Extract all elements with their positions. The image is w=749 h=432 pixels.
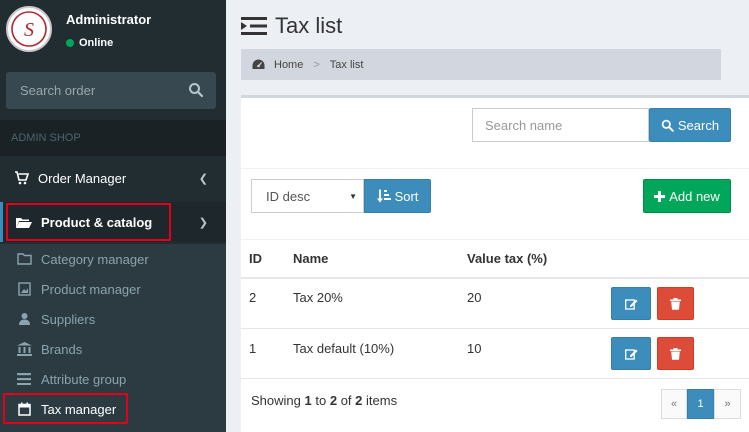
edit-button[interactable] <box>611 337 651 370</box>
cell-value: 10 <box>467 341 482 356</box>
sidebar-item-label: Suppliers <box>41 311 96 327</box>
sidebar-search <box>6 72 216 109</box>
sidebar-item-attribute-group[interactable]: Attribute group <box>0 364 226 394</box>
breadcrumb-current: Tax list <box>329 58 364 71</box>
summary-from: 1 <box>304 393 312 408</box>
user-panel: S Administrator Online <box>0 0 226 60</box>
pagination-summary: Showing 1 to 2 of 2 items <box>251 393 397 408</box>
sidebar-item-tax-manager[interactable]: Tax manager <box>0 394 226 424</box>
search-name-input[interactable] <box>472 108 649 142</box>
summary-total: 2 <box>355 393 363 408</box>
edit-icon <box>624 348 637 360</box>
summary-to-word: to <box>315 393 327 408</box>
divider <box>241 168 749 169</box>
edit-button[interactable] <box>611 287 651 320</box>
chevron-down-icon: ❯ <box>198 217 208 229</box>
cart-icon <box>13 171 29 185</box>
cell-id: 2 <box>249 290 257 305</box>
row-border <box>241 378 749 379</box>
sidebar-search-button[interactable] <box>188 82 204 98</box>
sort-button[interactable]: Sort <box>364 179 431 213</box>
sidebar-item-label: Category manager <box>41 251 149 267</box>
summary-to: 2 <box>329 393 338 408</box>
sidebar-item-category-manager[interactable]: Category manager <box>0 244 226 274</box>
shop-logo-icon: S <box>11 11 47 47</box>
summary-suffix: items <box>366 393 398 408</box>
pagination-page[interactable]: 1 <box>687 389 714 419</box>
user-name: Administrator <box>66 12 152 27</box>
column-header-name: Name <box>293 251 329 266</box>
cell-name: Tax default (10%) <box>293 341 395 356</box>
column-header-value: Value tax (%) <box>467 251 548 266</box>
page-title: Tax list <box>241 13 342 39</box>
user-status-label: Online <box>79 37 114 49</box>
sort-button-label: Sort <box>394 188 419 204</box>
list-icon <box>241 17 267 35</box>
cell-name: Tax 20% <box>293 290 343 305</box>
row-border <box>241 328 749 329</box>
search-button-label: Search <box>677 117 720 133</box>
search-button[interactable]: Search <box>649 108 731 142</box>
avatar: S <box>6 6 52 52</box>
sidebar-header: ADMIN SHOP <box>0 120 226 156</box>
search-icon <box>189 83 204 98</box>
sidebar-search-input[interactable] <box>6 72 182 109</box>
summary-prefix: Showing <box>251 393 301 408</box>
cell-value: 20 <box>467 290 482 305</box>
sidebar-item-suppliers[interactable]: Suppliers <box>0 304 226 334</box>
divider <box>241 239 749 240</box>
user-status: Online <box>66 37 113 49</box>
column-header-id: ID <box>249 251 262 266</box>
sidebar-item-product-catalog[interactable]: Product & catalog ❯ <box>0 202 226 242</box>
supplier-icon <box>16 312 32 326</box>
sidebar-item-label: Attribute group <box>41 371 127 387</box>
sidebar-item-label: Tax manager <box>41 401 117 417</box>
delete-button[interactable] <box>657 337 694 370</box>
add-new-label: Add new <box>669 188 720 204</box>
online-status-icon <box>66 39 74 47</box>
image-icon <box>16 282 32 296</box>
breadcrumb-home[interactable]: Home <box>274 59 303 71</box>
breadcrumb-separator: > <box>313 58 320 71</box>
search-icon <box>661 119 674 132</box>
sidebar-item-order-manager[interactable]: Order Manager ❮ <box>0 158 226 198</box>
delete-button[interactable] <box>657 287 694 320</box>
add-new-button[interactable]: Add new <box>643 179 731 213</box>
plus-icon <box>654 190 666 202</box>
pagination-next[interactable]: » <box>714 389 741 419</box>
sort-select[interactable]: ID desc ▼ <box>251 179 364 213</box>
sidebar-submenu: Category manager Product manager Supplie… <box>0 244 226 432</box>
cell-id: 1 <box>249 341 257 356</box>
dashboard-icon <box>252 59 265 69</box>
summary-of-word: of <box>340 393 352 408</box>
sidebar-item-label: Product & catalog <box>41 214 153 230</box>
sidebar-item-product-manager[interactable]: Product manager <box>0 274 226 304</box>
folder-icon <box>16 252 32 266</box>
table-header-border <box>241 277 749 279</box>
folder-open-icon <box>16 215 32 229</box>
bars-icon <box>16 372 32 386</box>
trash-icon <box>670 347 681 360</box>
sidebar-item-label: Brands <box>41 341 83 357</box>
trash-icon <box>670 297 681 310</box>
sidebar-item-brands[interactable]: Brands <box>0 334 226 364</box>
caret-down-icon: ▼ <box>349 192 357 201</box>
sidebar: S Administrator Online ADMIN SHOP Order … <box>0 0 226 432</box>
pagination-prev[interactable]: « <box>661 389 687 419</box>
svg-text:S: S <box>24 19 34 41</box>
page-title-text: Tax list <box>275 13 343 38</box>
pagination: « 1 » <box>661 389 741 419</box>
sidebar-item-label: Order Manager <box>38 170 127 186</box>
sidebar-item-label: Product manager <box>41 281 141 297</box>
sort-amount-icon <box>376 189 391 203</box>
chevron-left-icon: ❮ <box>198 173 208 185</box>
bank-icon <box>16 342 32 356</box>
tax-list-box: Search ID desc ▼ Sort Add new ID Name Va… <box>241 95 749 432</box>
sort-select-value: ID desc <box>266 188 311 204</box>
calendar-icon <box>16 402 32 416</box>
edit-icon <box>624 298 637 310</box>
breadcrumb: Home > Tax list <box>241 49 721 80</box>
